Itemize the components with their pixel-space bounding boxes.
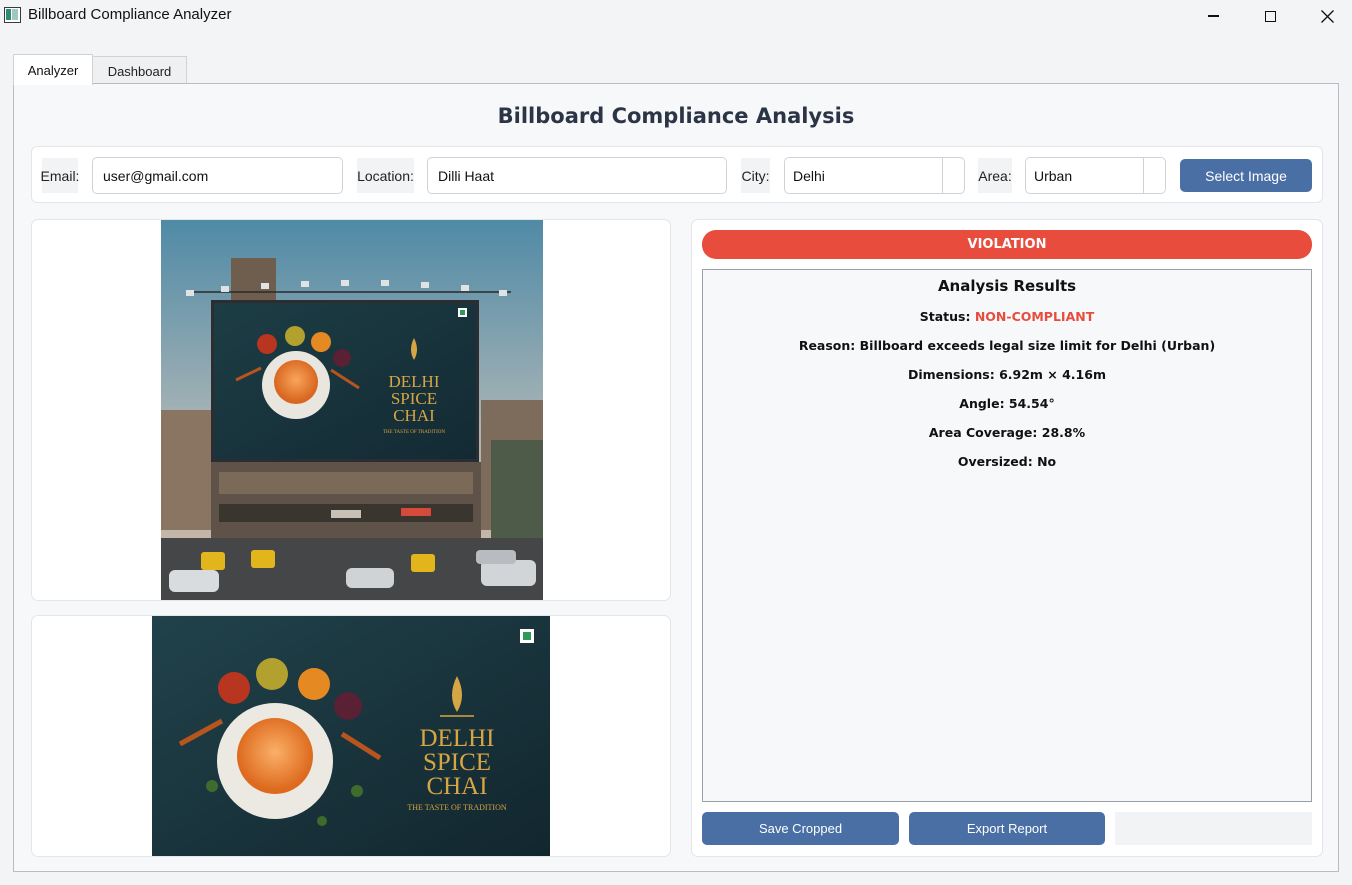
street-photo-graphic: DELHI SPICE CHAI THE TASTE OF TRADITION — [161, 220, 543, 600]
status-label: Status: — [919, 309, 971, 324]
cropped-billboard-graphic: DELHI SPICE CHAI THE TASTE OF TRADITION — [152, 616, 550, 856]
app-icon — [4, 7, 21, 23]
area-select-value: Urban — [1034, 167, 1073, 184]
oversized-line: Oversized: No — [957, 454, 1057, 469]
analysis-results: Analysis Results Status: NON-COMPLIANT R… — [702, 269, 1312, 802]
email-label: Email: — [41, 158, 79, 193]
tab-analyzer[interactable]: Analyzer — [13, 54, 93, 85]
page-title: Billboard Compliance Analysis — [497, 104, 855, 128]
city-label: City: — [741, 158, 770, 193]
area-dropdown-arrow[interactable] — [1143, 158, 1165, 193]
export-report-button[interactable]: Export Report — [909, 812, 1105, 845]
location-field[interactable]: Dilli Haat — [427, 157, 727, 194]
cropped-brand-line3: CHAI — [426, 773, 487, 800]
cropped-image-panel: DELHI SPICE CHAI THE TASTE OF TRADITION — [31, 615, 671, 857]
title-bar: Billboard Compliance Analyzer — [0, 0, 1352, 32]
cropped-brand-line2: SPICE — [423, 749, 491, 776]
angle-line: Angle: 54.54° — [959, 396, 1055, 411]
window-title: Billboard Compliance Analyzer — [28, 6, 232, 23]
area-select[interactable]: Urban — [1025, 157, 1166, 194]
cropped-brand-line1: DELHI — [420, 725, 495, 752]
maximize-button[interactable] — [1247, 0, 1293, 32]
minimize-icon — [1207, 15, 1219, 17]
minimize-button[interactable] — [1190, 0, 1236, 32]
close-button[interactable] — [1304, 0, 1350, 32]
save-cropped-button[interactable]: Save Cropped — [702, 812, 899, 845]
results-title: Analysis Results — [937, 277, 1077, 295]
city-select[interactable]: Delhi — [784, 157, 965, 194]
billboard-tagline: THE TASTE OF TRADITION — [383, 430, 445, 435]
reason-line: Reason: Billboard exceeds legal size lim… — [798, 338, 1216, 353]
close-icon — [1320, 9, 1334, 23]
analyzer-panel: Billboard Compliance Analysis Email: use… — [13, 83, 1339, 872]
coverage-line: Area Coverage: 28.8% — [928, 425, 1086, 440]
action-placeholder — [1115, 812, 1312, 845]
cropped-tagline: THE TASTE OF TRADITION — [407, 803, 507, 812]
cropped-billboard: DELHI SPICE CHAI THE TASTE OF TRADITION — [152, 616, 550, 856]
select-image-button[interactable]: Select Image — [1180, 159, 1312, 192]
city-select-value: Delhi — [793, 167, 825, 184]
area-label: Area: — [978, 158, 1012, 193]
city-dropdown-arrow[interactable] — [942, 158, 964, 193]
status-line: Status: NON-COMPLIANT — [703, 309, 1311, 324]
dimensions-line: Dimensions: 6.92m × 4.16m — [908, 367, 1106, 382]
original-image-panel: DELHI SPICE CHAI THE TASTE OF TRADITION — [31, 219, 671, 601]
tab-dashboard[interactable]: Dashboard — [92, 56, 187, 84]
billboard-brand-line3: CHAI — [393, 406, 435, 425]
violation-banner: VIOLATION — [702, 230, 1312, 259]
maximize-icon — [1264, 10, 1276, 22]
results-panel: VIOLATION Analysis Results Status: NON-C… — [691, 219, 1323, 857]
status-value: NON-COMPLIANT — [974, 309, 1095, 324]
email-field[interactable]: user@gmail.com — [92, 157, 343, 194]
input-row: Email: user@gmail.com Location: Dilli Ha… — [31, 146, 1323, 203]
location-label: Location: — [357, 158, 414, 193]
street-photo: DELHI SPICE CHAI THE TASTE OF TRADITION — [161, 220, 543, 600]
